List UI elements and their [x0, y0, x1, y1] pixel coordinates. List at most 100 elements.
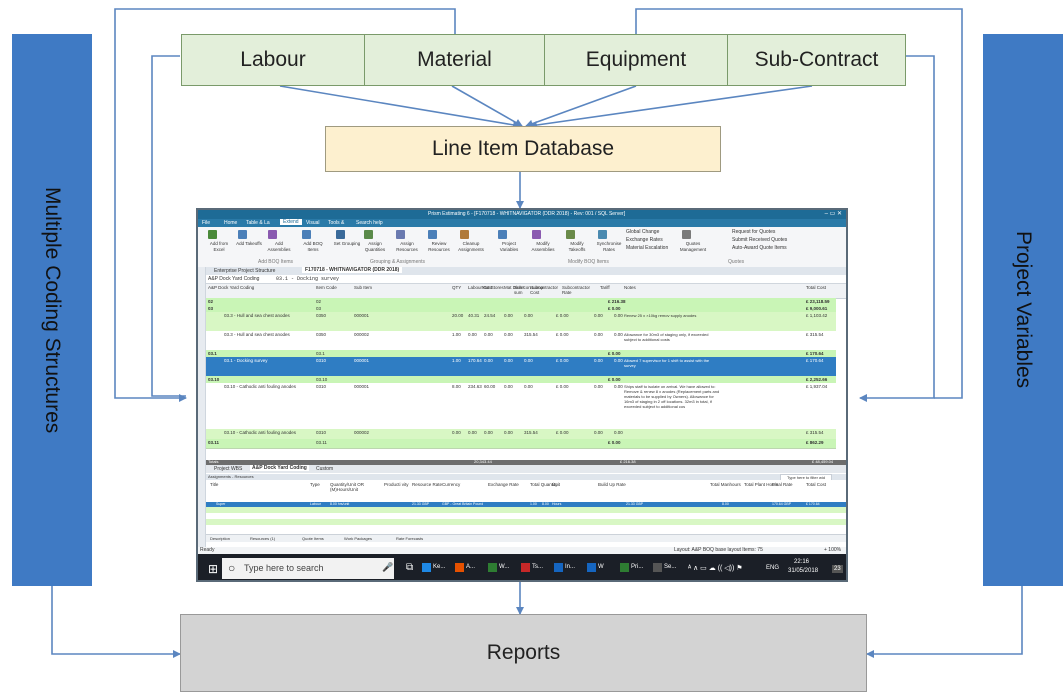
lower-col-header-9[interactable]: Build Up Rate [598, 482, 638, 487]
taskbar-app-3[interactable]: Ts... [532, 564, 543, 570]
row-stores: 0.00 [484, 430, 493, 435]
grid-col-header-2[interactable]: Sub Item [354, 285, 384, 290]
grid-row[interactable]: 03.1 - Docking survey 0310 000001 1.00 170.6… [206, 357, 836, 377]
ribbon-tab-visual[interactable]: Visual [306, 220, 320, 226]
lower-row-exch: 1.00 [530, 502, 537, 506]
taskbar-app-icon-3[interactable] [521, 563, 530, 572]
taskbar-app-2[interactable]: W... [499, 564, 509, 570]
ribbon-search[interactable]: Search help [356, 220, 383, 226]
ribbon-button-3[interactable]: Add BOQ Items [298, 241, 328, 253]
ribbon-tab-file[interactable]: File [202, 220, 210, 226]
ribbon-side-item-material-escalation[interactable]: Material Escalation [626, 245, 668, 251]
taskbar-app-icon-0[interactable] [422, 563, 431, 572]
taskbar-app-1[interactable]: A... [466, 564, 475, 570]
ribbon-button-0[interactable]: Add from Excel [204, 241, 234, 253]
lower-tab-1[interactable]: Resources (1) [250, 536, 275, 541]
row-subcost: £ 0.00 [556, 384, 569, 389]
notification-badge[interactable]: 23 [832, 565, 843, 573]
row-labour: 170.64 [468, 358, 482, 363]
lower-tab-0[interactable]: Description [210, 536, 230, 541]
ribbon-side-item-submit-quotes[interactable]: Submit Received Quotes [732, 237, 787, 243]
ribbon-button-13[interactable]: Quotes Management [678, 241, 708, 253]
lower-row-cost: £ 170.64 [806, 502, 820, 506]
row-qty: 1.00 [452, 332, 461, 337]
ribbon-button-4[interactable]: Set Grouping [332, 241, 362, 247]
ribbon-button-10[interactable]: Modify Assemblies [528, 241, 558, 253]
project-variables-panel: Project Variables [983, 34, 1063, 586]
taskbar-app-6[interactable]: Pri... [631, 564, 643, 570]
tab-dock-yard-coding[interactable]: A&P Dock Yard Coding [250, 465, 309, 471]
taskbar-search-box[interactable]: ○ Type here to search 🎤 [222, 558, 394, 579]
grid-col-header-0[interactable]: A&P Dock Yard Coding [208, 285, 308, 290]
ribbon-side-item-request-quotes[interactable]: Request for Quotes [732, 229, 775, 235]
row-total: £ 9,000.61 [806, 306, 828, 311]
lower-col-header-2[interactable]: Quantity/Unit OR (M)Hours/Unit [330, 482, 370, 492]
ribbon-tab-tools[interactable]: Tools & [328, 220, 344, 226]
tray-icons[interactable]: ᴬ ∧ ▭ ☁ (( ◁)) ⚑ [688, 564, 743, 572]
ribbon-button-7[interactable]: Review Resources [424, 241, 454, 253]
row-subcost: £ 0.00 [556, 332, 569, 337]
clock-date[interactable]: 31/05/2018 [788, 568, 818, 574]
window-controls-icon[interactable]: – ▭ ✕ [825, 210, 842, 217]
ribbon-button-2[interactable]: Add Assemblies [264, 241, 294, 253]
ribbon-button-9[interactable]: Project Variables [494, 241, 524, 253]
lower-tab-2[interactable]: Quote Items [302, 536, 324, 541]
task-view-icon[interactable]: ⧉ [406, 562, 413, 573]
tab-custom[interactable]: Custom [316, 466, 333, 472]
taskbar-app-0[interactable]: Ke... [433, 564, 445, 570]
lower-col-header-0[interactable]: Title [210, 482, 250, 487]
taskbar-app-icon-5[interactable] [587, 563, 596, 572]
tab-project-wbs[interactable]: Project WBS [214, 466, 242, 472]
lower-col-header-8[interactable]: Unit [552, 482, 592, 487]
windows-start-icon[interactable]: ⊞ [208, 562, 218, 576]
grid-row[interactable]: 03.3 - Hull and sea chest anodes 0350 0000… [206, 331, 836, 351]
grid-row[interactable]: 03.11 03.11 £ 0.00 £ 862.29 [206, 439, 836, 449]
row-rate: 0.00 [594, 313, 603, 318]
clock-time[interactable]: 22:16 [794, 559, 809, 565]
ribbon-button-6[interactable]: Assign Resources [392, 241, 422, 253]
taskbar-app-7[interactable]: Se... [664, 564, 676, 570]
ribbon-tab-extend[interactable]: Extend [280, 219, 302, 225]
ribbon-button-1[interactable]: Add Takeoffs [234, 241, 264, 247]
ribbon-side-item-global-change[interactable]: Global Change [626, 229, 659, 235]
ribbon-tab-table[interactable]: Table & La [246, 220, 270, 226]
ribbon-button-12[interactable]: Synchronise Rates [594, 241, 624, 253]
grid-col-header-11[interactable]: Notes [624, 285, 654, 290]
row-rate: 0.00 [594, 384, 603, 389]
row-code: 02 [208, 299, 214, 304]
doc-tab-project[interactable]: F170718 - WHITNAVIGATOR (DDR 2018) [302, 267, 403, 273]
ribbon-side-item-auto-award[interactable]: Auto-Award Quote Items [732, 245, 787, 251]
lower-col-header-5[interactable]: Currency [442, 482, 482, 487]
taskbar-app-icon-7[interactable] [653, 563, 662, 572]
grid-col-header-8[interactable]: Subcontractor Cost [530, 285, 560, 295]
formula-text[interactable]: 03.1 - Docking survey [276, 276, 339, 282]
ribbon-button-11[interactable]: Modify Takeoffs [562, 241, 592, 253]
taskbar-app-icon-4[interactable] [554, 563, 563, 572]
ribbon-side-item-exchange-rates[interactable]: Exchange Rates [626, 237, 663, 243]
grid-row[interactable]: 03.3 - Hull and sea chest anodes 0350 0000… [206, 312, 836, 332]
grid-row[interactable]: 03.10 - Cathodic anti fouling anodes 0310… [206, 383, 836, 430]
lower-col-header-13[interactable]: Total Cost [806, 482, 846, 487]
row-subtotal: £ 0.00 [608, 440, 621, 445]
language-indicator[interactable]: ENG [766, 565, 779, 571]
taskbar-app-icon-6[interactable] [620, 563, 629, 572]
zoom-level[interactable]: + 100% [824, 547, 841, 553]
taskbar-app-icon-2[interactable] [488, 563, 497, 572]
taskbar-app-5[interactable]: W [598, 564, 604, 570]
taskbar-app-4[interactable]: In... [565, 564, 575, 570]
taskbar-app-icon-1[interactable] [455, 563, 464, 572]
grid-col-header-12[interactable]: Total Cost [806, 285, 836, 290]
ribbon-button-5[interactable]: Assign Quantities [360, 241, 390, 253]
row-tariff: 0.00 [614, 332, 623, 337]
microphone-icon[interactable]: 🎤 [382, 562, 393, 573]
coding-selector[interactable]: A&P Dock Yard Coding [208, 276, 259, 282]
lower-tab-3[interactable]: Work Packages [344, 536, 372, 541]
doc-tab-enterprise[interactable]: Enterprise Project Structure [214, 268, 275, 274]
lower-col-header-6[interactable]: Exchange Rate [488, 482, 528, 487]
row-item-code: 0350 [316, 313, 327, 318]
grid-col-header-9[interactable]: Subcontractor Rate [562, 285, 592, 295]
ribbon-button-8[interactable]: Cleanup Assignments [456, 241, 486, 253]
ribbon-tab-home[interactable]: Home [224, 220, 237, 226]
lower-tab-4[interactable]: Rate Forecasts [396, 536, 423, 541]
grid-col-header-1[interactable]: Item Code [316, 285, 346, 290]
